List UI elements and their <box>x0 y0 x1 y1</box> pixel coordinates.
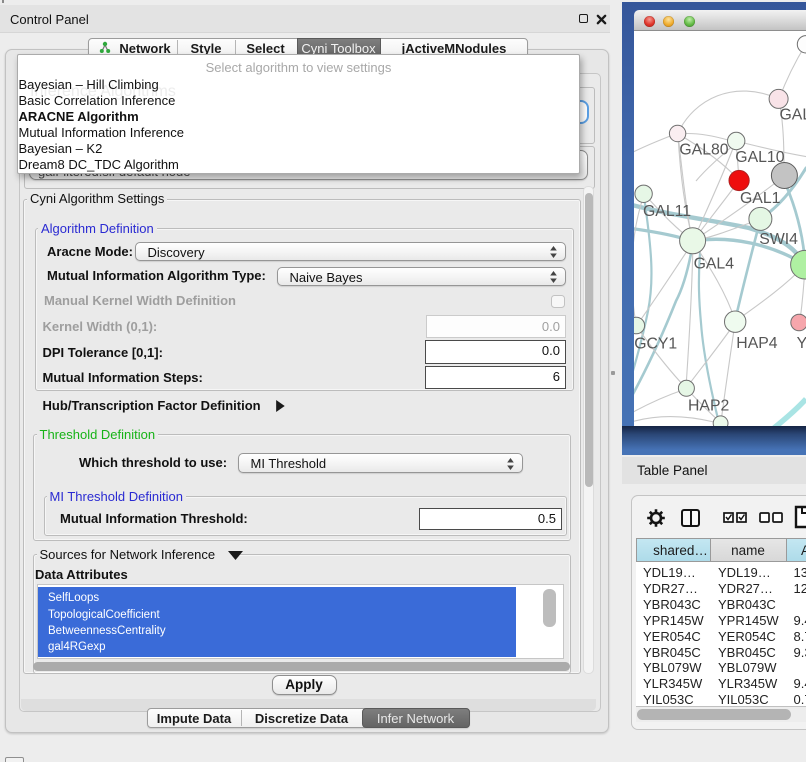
svg-text:GAL11: GAL11 <box>643 203 691 220</box>
svg-text:GAL2: GAL2 <box>780 107 806 124</box>
svg-text:GAL80: GAL80 <box>679 142 728 159</box>
svg-text:GAL10: GAL10 <box>735 149 784 166</box>
svg-text:HAP2: HAP2 <box>688 398 729 415</box>
svg-text:YEL: YEL <box>797 335 806 352</box>
svg-text:HAP4: HAP4 <box>736 335 777 352</box>
svg-text:GCY1: GCY1 <box>634 336 677 353</box>
svg-text:GAL1: GAL1 <box>740 190 781 207</box>
svg-text:SWI4: SWI4 <box>759 231 798 248</box>
svg-text:GAL4: GAL4 <box>694 256 735 273</box>
